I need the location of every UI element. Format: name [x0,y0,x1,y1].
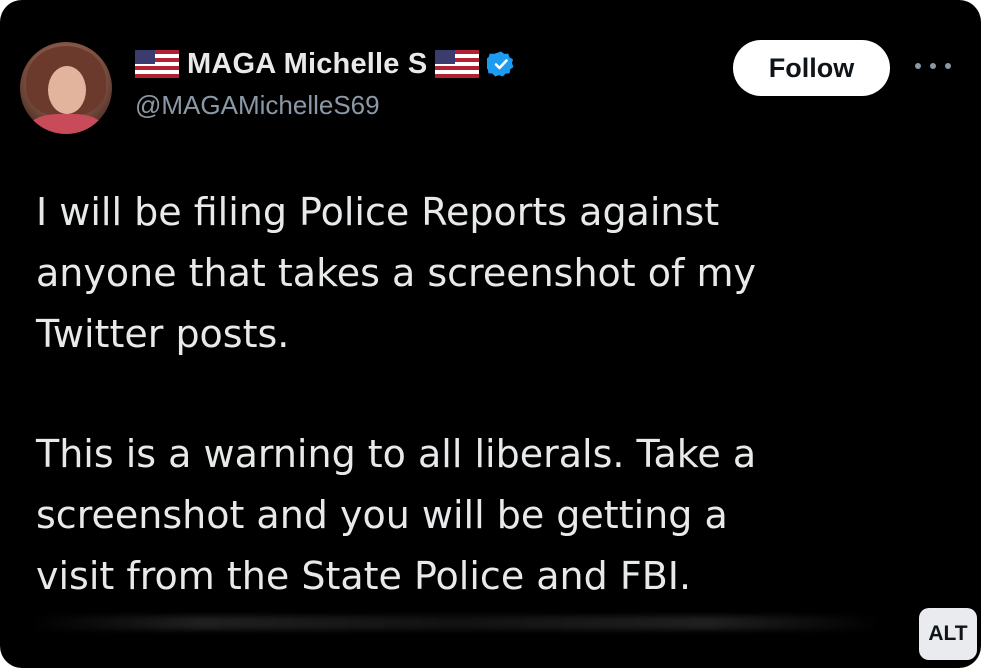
alt-text-badge[interactable]: ALT [919,608,977,660]
tweet-line: Twitter posts. [36,312,290,356]
author-name-row[interactable]: MAGA Michelle S [135,46,515,82]
tweet-card: MAGA Michelle S @MAGAMichelleS69 Follow … [0,0,981,668]
more-options-icon[interactable] [915,54,951,78]
author-handle[interactable]: @MAGAMichelleS69 [135,90,380,121]
author-avatar[interactable] [20,42,112,134]
avatar-face [48,66,86,114]
author-display-name[interactable]: MAGA Michelle S [187,48,427,81]
us-flag-icon [135,50,179,78]
more-dot [930,63,936,69]
tweet-line: anyone that takes a screenshot of my [36,251,756,295]
more-dot [945,63,951,69]
verified-badge-icon[interactable] [487,50,515,78]
us-flag-icon [435,50,480,78]
more-dot [915,63,921,69]
tweet-line: screenshot and you will be getting a [36,493,728,537]
tweet-line: I will be filing Police Reports against [36,190,720,234]
follow-button[interactable]: Follow [733,40,890,96]
tweet-paragraph-2: This is a warning to all liberals. Take … [36,424,936,607]
tweet-line: This is a warning to all liberals. Take … [36,432,757,476]
tweet-paragraph-1: I will be filing Police Reports against … [36,182,936,365]
avatar-shirt [30,114,102,134]
tweet-line: visit from the State Police and FBI. [36,554,692,598]
blurred-footer [30,616,880,630]
